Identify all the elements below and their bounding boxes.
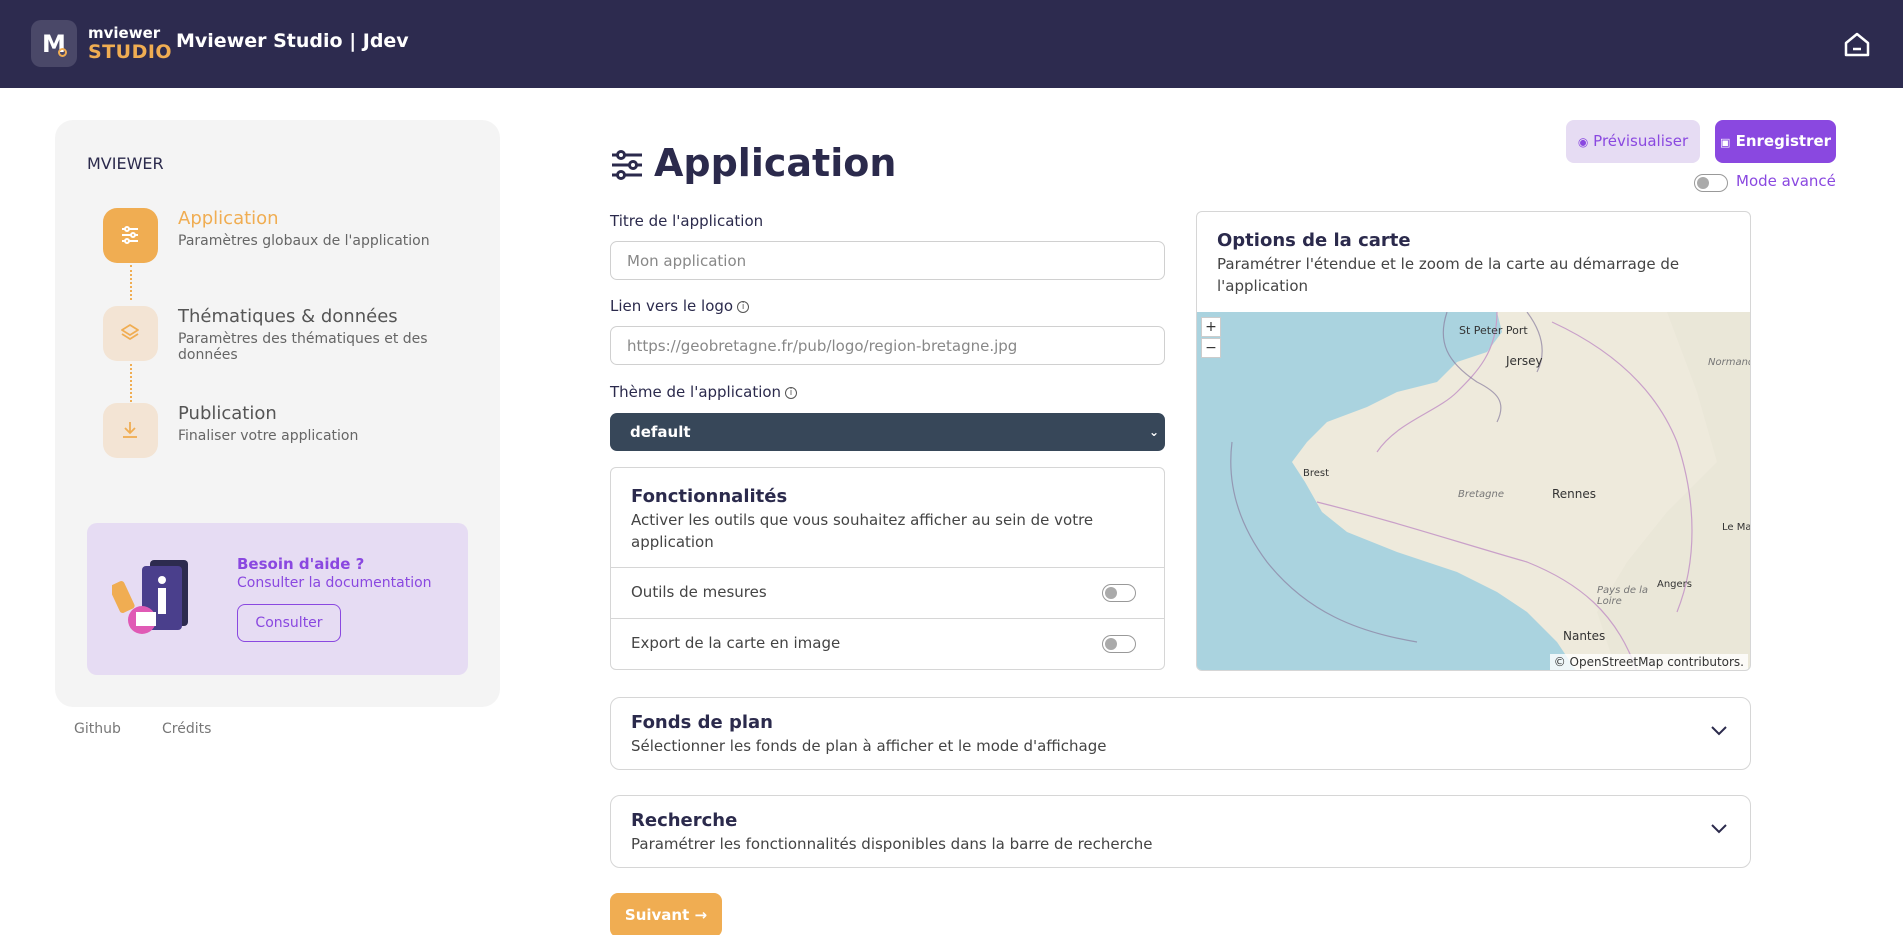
map-label: Brest [1303, 468, 1330, 479]
app-title-input[interactable] [610, 241, 1165, 280]
accordion-basemaps[interactable]: Fonds de plan Sélectionner les fonds de … [610, 697, 1751, 770]
sidebar: MVIEWER Application Paramètres globaux d… [55, 120, 500, 707]
step-title: Publication [178, 403, 277, 424]
zoom-out-button[interactable]: − [1201, 338, 1221, 358]
consult-button[interactable]: Consulter [237, 604, 341, 642]
chevron-down-icon [1711, 726, 1727, 736]
credits-link[interactable]: Crédits [162, 721, 211, 737]
features-subtitle: Activer les outils que vous souhaitez af… [631, 511, 1094, 551]
map-label: Jersey [1506, 354, 1543, 368]
logo-link-label-text: Lien vers le logo [610, 297, 734, 315]
map-label: Normandi [1708, 357, 1750, 368]
map-label: St Peter Port [1459, 324, 1528, 337]
app-title: Mviewer Studio | Jdev [176, 30, 409, 52]
measures-toggle[interactable] [1102, 584, 1136, 602]
download-icon [103, 403, 158, 458]
accordion-title: Recherche [631, 810, 738, 831]
floppy-icon: ▣ [1719, 136, 1731, 149]
help-subtitle[interactable]: Consulter la documentation [237, 575, 432, 591]
features-title: Fonctionnalités [631, 486, 788, 507]
export-toggle[interactable] [1102, 635, 1136, 653]
theme-label-text: Thème de l'application [610, 383, 782, 401]
map-attribution[interactable]: © OpenStreetMap contributors. [1549, 654, 1748, 670]
eye-icon: ◉ [1577, 135, 1589, 149]
map-label: Pays de la Loire [1597, 585, 1649, 607]
accordion-subtitle: Sélectionner les fonds de plan à affiche… [631, 737, 1107, 755]
chevron-down-icon: ⌄ [1148, 425, 1159, 439]
info-icon[interactable]: i [737, 300, 750, 313]
app-title-label: Titre de l'application [610, 212, 764, 230]
accordion-subtitle: Paramétrer les fonctionnalités disponibl… [631, 835, 1153, 853]
feature-label: Export de la carte en image [631, 634, 841, 652]
advanced-mode-toggle[interactable] [1694, 174, 1728, 192]
step-title: Thématiques & données [178, 306, 398, 327]
next-button-label: Suivant [624, 906, 690, 924]
chevron-down-icon [1711, 824, 1727, 834]
preview-button-label: Prévisualiser [1593, 132, 1689, 150]
step-thematiques[interactable]: Thématiques & données Paramètres des thé… [103, 306, 483, 366]
step-subtitle: Paramètres des thématiques et des donnée… [178, 331, 428, 363]
layers-icon [103, 306, 158, 361]
save-button[interactable]: ▣ Enregistrer [1715, 120, 1836, 163]
page-title: Application [654, 141, 897, 185]
step-connector [130, 364, 132, 402]
step-title: Application [178, 208, 279, 229]
map-label: Nantes [1563, 629, 1606, 643]
arrow-right-icon: → [694, 906, 708, 924]
map-options-subtitle: Paramétrer l'étendue et le zoom de la ca… [1217, 255, 1680, 295]
sliders-icon [610, 148, 644, 186]
sidebar-heading: MVIEWER [87, 154, 164, 173]
accordion-title: Fonds de plan [631, 712, 773, 733]
help-illustration-icon [109, 558, 202, 638]
accordion-search[interactable]: Recherche Paramétrer les fonctionnalités… [610, 795, 1751, 868]
feature-row-measures: Outils de mesures [611, 567, 1164, 618]
preview-button[interactable]: ◉ Prévisualiser [1566, 120, 1700, 163]
map-label: Rennes [1552, 487, 1597, 501]
logo-link-input[interactable] [610, 326, 1165, 365]
map-label: Bretagne [1458, 489, 1505, 500]
features-card: Fonctionnalités Activer les outils que v… [610, 467, 1165, 670]
map-view[interactable]: + − St Peter Port Jersey Normandi Brest … [1197, 311, 1751, 670]
github-link[interactable]: Github [74, 721, 121, 737]
step-connector [130, 265, 132, 300]
feature-label: Outils de mesures [631, 583, 767, 601]
step-publication[interactable]: Publication Finaliser votre application [103, 403, 483, 463]
logo-link-label: Lien vers le logo i [610, 297, 750, 315]
help-card: Besoin d'aide ? Consulter la documentati… [87, 523, 468, 675]
map-label: Le Ma [1722, 522, 1751, 533]
zoom-in-button[interactable]: + [1201, 317, 1221, 337]
advanced-mode-label: Mode avancé [1736, 172, 1836, 190]
save-button-label: Enregistrer [1735, 132, 1832, 150]
feature-row-export: Export de la carte en image [611, 618, 1164, 669]
step-application[interactable]: Application Paramètres globaux de l'appl… [103, 208, 483, 268]
theme-select[interactable]: default ⌄ [610, 413, 1165, 451]
sliders-icon [103, 208, 158, 263]
step-subtitle: Finaliser votre application [178, 428, 359, 444]
theme-select-value: default [630, 423, 691, 441]
theme-label: Thème de l'application i [610, 383, 798, 401]
mviewer-logo: M [31, 20, 77, 67]
help-title: Besoin d'aide ? [237, 555, 365, 573]
top-bar: M mviewer STUDIO Mviewer Studio | Jdev [0, 0, 1903, 88]
map-options-card: Options de la carte Paramétrer l'étendue… [1196, 211, 1751, 671]
next-button[interactable]: Suivant → [610, 893, 722, 935]
map-options-title: Options de la carte [1217, 230, 1411, 251]
step-subtitle: Paramètres globaux de l'application [178, 233, 430, 249]
map-label: Angers [1657, 579, 1692, 590]
home-icon[interactable] [1843, 30, 1871, 58]
logo-text-mviewer: mviewer [88, 24, 161, 42]
logo-text-studio: STUDIO [88, 41, 173, 63]
info-icon[interactable]: i [785, 386, 798, 399]
